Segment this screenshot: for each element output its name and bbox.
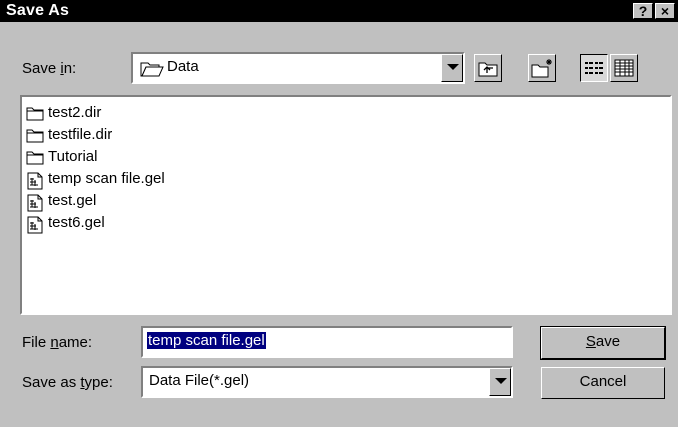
chevron-down-icon xyxy=(447,64,459,70)
create-new-folder-button[interactable] xyxy=(528,54,556,82)
list-view-button[interactable] xyxy=(580,54,608,82)
chevron-down-icon xyxy=(495,378,507,384)
save-button[interactable]: Save xyxy=(540,326,666,360)
save-as-type-label: Save as type: xyxy=(22,374,113,391)
save-as-type-dropdown-button[interactable] xyxy=(489,368,511,396)
up-one-level-button[interactable] xyxy=(474,54,502,82)
save-in-label: Save in: xyxy=(22,60,77,77)
folder-icon xyxy=(26,106,44,122)
close-button[interactable]: × xyxy=(655,3,675,19)
gel-file-icon xyxy=(26,172,44,190)
gel-file-icon xyxy=(26,216,44,234)
details-view-button[interactable] xyxy=(610,54,638,82)
title-bar[interactable]: Save As ? × xyxy=(0,0,678,22)
file-name-input[interactable]: temp scan file.gel xyxy=(141,326,513,358)
help-button[interactable]: ? xyxy=(633,3,653,19)
file-list[interactable]: test2.dir testfile.dir Tutorial temp sca… xyxy=(20,95,672,315)
folder-icon xyxy=(26,150,44,166)
save-as-type-dropdown[interactable]: Data File(*.gel) xyxy=(141,366,513,398)
file-name-label: File name: xyxy=(22,334,93,351)
save-in-dropdown-button[interactable] xyxy=(441,54,463,82)
save-in-dropdown[interactable]: Data xyxy=(131,52,465,84)
file-name-value: temp scan file.gel xyxy=(146,331,267,350)
save-in-value: Data xyxy=(167,58,199,75)
open-folder-icon xyxy=(140,60,164,82)
cancel-button[interactable]: Cancel xyxy=(541,367,665,399)
save-as-type-value: Data File(*.gel) xyxy=(149,372,250,389)
window-title: Save As xyxy=(6,2,70,19)
gel-file-icon xyxy=(26,194,44,212)
save-as-dialog: Save As ? × Save in: Data test2.dir test… xyxy=(0,0,678,427)
folder-icon xyxy=(26,128,44,144)
